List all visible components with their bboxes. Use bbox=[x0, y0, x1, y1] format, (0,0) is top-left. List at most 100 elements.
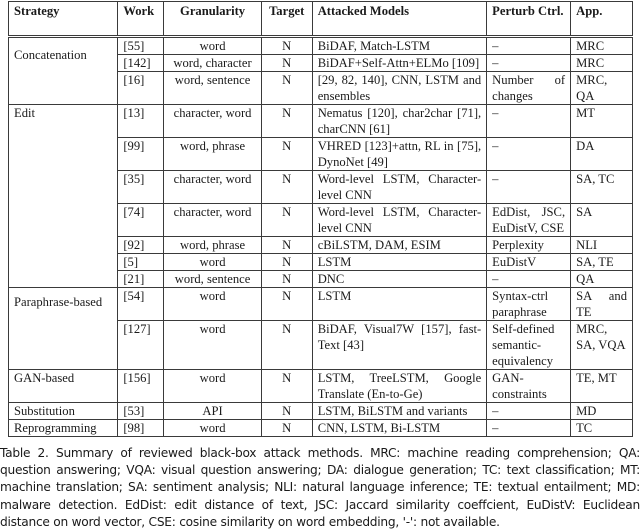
work-cell: [74] bbox=[117, 203, 165, 237]
app-cell: MT bbox=[570, 104, 633, 138]
perturb-ctrl-cell: – bbox=[486, 419, 572, 437]
granularity-cell: word, sentence bbox=[163, 270, 262, 288]
granularity-cell: word bbox=[163, 287, 262, 321]
table-row: GAN-based [156] word N LSTM, TreeLSTM, Googl… bbox=[7, 369, 633, 403]
app-cell: MRC bbox=[570, 36, 633, 55]
table-row: Substitution [53] API N LSTM, BiLSTM and var… bbox=[7, 402, 633, 420]
work-cell: [54] bbox=[117, 287, 165, 321]
app-cell: MRC bbox=[570, 54, 633, 72]
perturb-ctrl-cell: Self-defined semantic-equivalency bbox=[486, 320, 572, 370]
table-row: Paraphrase-based [54] word N LSTM Syntax-ctrl… bbox=[7, 287, 633, 370]
table-row: Edit [13] character, word N Nematus [120], c… bbox=[7, 104, 633, 288]
perturb-ctrl-cell: – bbox=[486, 170, 572, 204]
attacked-models-cell: [29, 82, 140], CNN, LSTM and ensembles bbox=[311, 71, 488, 105]
header-app: App. bbox=[570, 1, 633, 38]
app-cell: TE, MT bbox=[570, 369, 633, 403]
perturb-ctrl-cell: – bbox=[486, 54, 572, 72]
perturb-ctrl-cell: – bbox=[486, 402, 572, 420]
attacked-models-cell: CNN, LSTM, Bi-LSTM bbox=[311, 419, 488, 437]
table-caption: Table 2. Summary of reviewed black-box a… bbox=[0, 446, 640, 529]
table-row: Concatenation [55] word N BiDAF, Match-LSTM –… bbox=[7, 36, 633, 105]
granularity-cell: word bbox=[163, 253, 262, 271]
granularity-cell: word bbox=[163, 320, 262, 370]
work-cell: [127] bbox=[117, 320, 165, 370]
work-cell: [35] bbox=[117, 170, 165, 204]
target-cell: N bbox=[260, 419, 313, 437]
granularity-cell: word, character bbox=[163, 54, 262, 72]
perturb-ctrl-cell: – bbox=[486, 137, 572, 171]
app-cell: TC bbox=[570, 419, 633, 437]
work-cell: [21] bbox=[117, 270, 165, 288]
granularity-cell: character, word bbox=[163, 203, 262, 237]
perturb-ctrl-cell: EdDist, JSC, EuDistV, CSE bbox=[486, 203, 572, 237]
perturb-ctrl-cell: EuDistV bbox=[486, 253, 572, 271]
perturb-ctrl-cell: – bbox=[486, 36, 572, 55]
perturb-ctrl-cell: Syntax-ctrl paraphrase bbox=[486, 287, 572, 321]
strategy-cell: GAN-based bbox=[7, 369, 119, 403]
attacked-models-cell: BiDAF+Self-Attn+ELMo [109] bbox=[311, 54, 488, 72]
work-cell: [16] bbox=[117, 71, 165, 105]
attacked-models-cell: LSTM, TreeLSTM, Google Translate (En-to-… bbox=[311, 369, 488, 403]
target-cell: N bbox=[260, 369, 313, 403]
granularity-cell: word bbox=[163, 36, 262, 55]
table-row: Reprogramming [98] word N CNN, LSTM, Bi-LSTM… bbox=[7, 419, 633, 437]
perturb-ctrl-cell: GAN-constraints bbox=[486, 369, 572, 403]
app-cell: DA bbox=[570, 137, 633, 171]
strategy-cell: Edit bbox=[7, 104, 119, 288]
perturb-ctrl-cell: – bbox=[486, 104, 572, 138]
attacked-models-cell: Word-level LSTM, Character-level CNN bbox=[311, 203, 488, 237]
strategy-cell: Paraphrase-based bbox=[7, 287, 119, 370]
work-cell: [142] bbox=[117, 54, 165, 72]
target-cell: N bbox=[260, 236, 313, 254]
granularity-cell: word, sentence bbox=[163, 71, 262, 105]
target-cell: N bbox=[260, 104, 313, 138]
app-cell: SA, TC bbox=[570, 170, 633, 204]
attacked-models-cell: BiDAF, Match-LSTM bbox=[311, 36, 488, 55]
attacked-models-cell: LSTM bbox=[311, 253, 488, 271]
work-cell: [55] bbox=[117, 36, 165, 55]
header-row: Strategy Work Granularity Target Attacke… bbox=[7, 1, 633, 38]
attacked-models-cell: DNC bbox=[311, 270, 488, 288]
attacked-models-cell: LSTM bbox=[311, 287, 488, 321]
target-cell: N bbox=[260, 137, 313, 171]
work-cell: [156] bbox=[117, 369, 165, 403]
target-cell: N bbox=[260, 36, 313, 55]
target-cell: N bbox=[260, 203, 313, 237]
perturb-ctrl-cell: – bbox=[486, 270, 572, 288]
granularity-cell: API bbox=[163, 402, 262, 420]
app-cell: SA bbox=[570, 203, 633, 237]
header-target: Target bbox=[260, 1, 313, 38]
work-cell: [99] bbox=[117, 137, 165, 171]
granularity-cell: character, word bbox=[163, 104, 262, 138]
strategy-cell: Concatenation bbox=[7, 36, 119, 105]
header-granularity: Granularity bbox=[163, 1, 262, 38]
target-cell: N bbox=[260, 170, 313, 204]
app-cell: MRC, SA, VQA bbox=[570, 320, 633, 370]
app-cell: QA bbox=[570, 270, 633, 288]
work-cell: [53] bbox=[117, 402, 165, 420]
target-cell: N bbox=[260, 320, 313, 370]
target-cell: N bbox=[260, 270, 313, 288]
target-cell: N bbox=[260, 402, 313, 420]
granularity-cell: character, word bbox=[163, 170, 262, 204]
target-cell: N bbox=[260, 71, 313, 105]
work-cell: [98] bbox=[117, 419, 165, 437]
table-body: Concatenation [55] word N BiDAF, Match-LSTM –… bbox=[7, 36, 633, 437]
app-cell: MD bbox=[570, 402, 633, 420]
attacked-models-cell: Nematus [120], char2char [71], charCNN [… bbox=[311, 104, 488, 138]
header-strategy: Strategy bbox=[7, 1, 119, 38]
granularity-cell: word, phrase bbox=[163, 236, 262, 254]
attacked-models-cell: BiDAF, Visual7W [157], fast-Text [43] bbox=[311, 320, 488, 370]
granularity-cell: word bbox=[163, 369, 262, 403]
app-cell: SA, TE bbox=[570, 253, 633, 271]
work-cell: [92] bbox=[117, 236, 165, 254]
app-cell: NLI bbox=[570, 236, 633, 254]
app-cell: MRC, QA bbox=[570, 71, 633, 105]
strategy-cell: Reprogramming bbox=[7, 419, 119, 437]
attacked-models-cell: VHRED [123]+attn, RL in [75], DynoNet [4… bbox=[311, 137, 488, 171]
header-work: Work bbox=[117, 1, 165, 38]
attacked-models-cell: LSTM, BiLSTM and variants bbox=[311, 402, 488, 420]
perturb-ctrl-cell: Perplexity bbox=[486, 236, 572, 254]
target-cell: N bbox=[260, 287, 313, 321]
attack-methods-table: Strategy Work Granularity Target Attacke… bbox=[7, 1, 633, 437]
